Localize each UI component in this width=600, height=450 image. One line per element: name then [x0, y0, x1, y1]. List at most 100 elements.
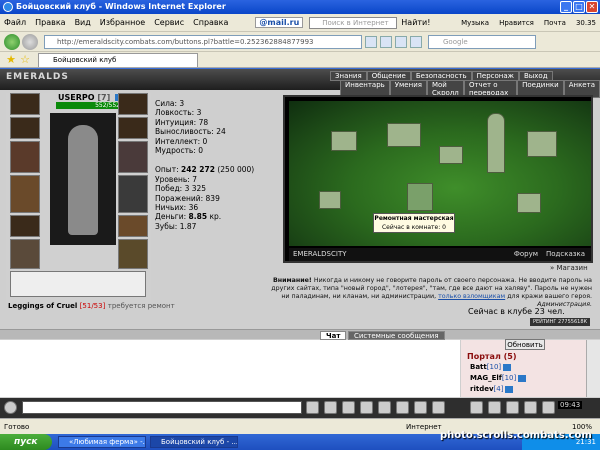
amulet-slot[interactable]	[118, 93, 148, 115]
url-input[interactable]: http://emeraldscity.combats.com/buttons.…	[44, 34, 362, 49]
belt-items-row[interactable]	[10, 271, 146, 297]
filter-icon[interactable]	[360, 401, 373, 414]
mail-icon[interactable]	[506, 401, 519, 414]
menu-view[interactable]: Вид	[75, 18, 91, 27]
stat-level: Уровень: 7	[155, 174, 197, 184]
menu-edit[interactable]: Правка	[35, 18, 65, 27]
chat-tabs: Чат Системные сообщения	[0, 329, 600, 340]
add-favorite-icon[interactable]: ☆	[18, 53, 32, 67]
online-user[interactable]: MAG_Elf[10]	[470, 374, 527, 382]
close-button[interactable]: ✕	[586, 1, 598, 13]
trade-icon[interactable]	[488, 401, 501, 414]
mailru-search-input[interactable]: Поиск в Интернет	[309, 16, 398, 29]
smiles-icon[interactable]	[324, 401, 337, 414]
chat-toolbar: 09:43	[0, 398, 600, 418]
building-center[interactable]	[387, 123, 421, 147]
refresh-icon[interactable]	[380, 35, 392, 48]
extra-icon[interactable]	[410, 35, 422, 48]
exit-chat-icon[interactable]	[4, 401, 17, 414]
game-clock: 09:43	[558, 401, 583, 409]
character-name[interactable]: USERPO [7]	[58, 93, 124, 102]
google-search-input[interactable]: Google	[428, 34, 536, 49]
forum-link[interactable]: Форум	[514, 248, 538, 261]
sound-icon[interactable]	[396, 401, 409, 414]
map-footer: EMERALDSCITY Форум Подсказка	[289, 248, 591, 261]
stop-icon[interactable]	[395, 35, 407, 48]
taskbar-item-farm[interactable]: «Любимая ферма» -...	[58, 436, 146, 448]
ring-slot[interactable]	[118, 117, 148, 139]
boots-slot[interactable]	[10, 239, 40, 269]
clear-icon[interactable]	[342, 401, 355, 414]
send-icon[interactable]	[306, 401, 319, 414]
building-lower-left[interactable]	[319, 191, 341, 209]
chat-area[interactable]	[0, 340, 460, 397]
city-map[interactable]: Ремонтная мастерская Сейчас в комнате: 0	[289, 101, 591, 246]
tab-bar: ★ ☆ Бойцовский клуб	[0, 52, 600, 68]
helmet-slot[interactable]	[10, 93, 40, 115]
scroll-icon[interactable]	[470, 401, 483, 414]
tab-system-messages[interactable]: Системные сообщения	[348, 331, 445, 340]
gloves-slot[interactable]	[118, 141, 148, 173]
security-warning: Внимание! Никогда и никому не говорите п…	[271, 277, 592, 308]
menu-help[interactable]: Справка	[193, 18, 228, 27]
online-user[interactable]: Batt[10]	[470, 363, 512, 371]
building-left[interactable]	[331, 131, 357, 151]
character-silhouette[interactable]	[50, 113, 116, 245]
cloak-slot[interactable]	[118, 239, 148, 269]
building-lower-right[interactable]	[517, 193, 541, 213]
menu-tools[interactable]: Сервис	[154, 18, 184, 27]
rank-icon	[518, 374, 527, 382]
find-button[interactable]: Найти!	[401, 18, 430, 27]
settings-icon[interactable]	[414, 401, 427, 414]
armor-slot[interactable]	[10, 175, 40, 213]
building-mid[interactable]	[439, 146, 463, 164]
stat-agility: Ловкость: 3	[155, 108, 202, 118]
window-title-bar: Бойцовский клуб - Windows Internet Explo…	[0, 0, 600, 14]
item-repair-notice: Leggings of Cruel [51/53] требуется ремо…	[8, 302, 175, 310]
building-right[interactable]	[527, 131, 557, 157]
mailru-logo[interactable]: @mail.ru	[255, 17, 304, 28]
weapon-slot[interactable]	[10, 141, 40, 173]
chat-scrollbar[interactable]	[586, 340, 600, 397]
lock-icon[interactable]	[524, 401, 537, 414]
stat-losses: Поражений: 839	[155, 193, 220, 203]
maximize-button[interactable]: □	[573, 1, 585, 13]
menu-favorites[interactable]: Избранное	[100, 18, 145, 27]
music-button[interactable]: Музыка	[461, 19, 489, 27]
leggings-slot[interactable]	[118, 215, 148, 237]
tab-combats[interactable]: Бойцовский клуб	[38, 53, 198, 67]
stat-wisdom: Мудрость: 0	[155, 146, 204, 156]
online-user[interactable]: ritdev[4]	[470, 385, 514, 393]
taskbar-item-combats[interactable]: Бойцовский клуб - ...	[150, 436, 238, 448]
favorites-star-icon[interactable]: ★	[4, 53, 18, 67]
compat-icon[interactable]	[365, 35, 377, 48]
hint-link[interactable]: Подсказка	[546, 248, 585, 261]
rating-counter[interactable]: РЕЙТИНГ 27755618К	[530, 318, 590, 326]
minimize-button[interactable]: _	[560, 1, 572, 13]
belt-slot[interactable]	[10, 215, 40, 237]
like-button[interactable]: Нравится	[499, 19, 534, 27]
game-area: EMERALDS Знания Общение Безопасность Пер…	[0, 69, 600, 418]
portal-room-title[interactable]: Портал (5)	[467, 352, 516, 361]
online-count: Сейчас в клубе 23 чел.	[468, 307, 565, 316]
chat-input[interactable]	[22, 401, 302, 414]
translit-icon[interactable]	[378, 401, 391, 414]
weather-readout[interactable]: 30.35	[576, 19, 596, 27]
shop-link[interactable]: » Магазин	[550, 264, 588, 272]
help-icon[interactable]	[432, 401, 445, 414]
tab-chat[interactable]: Чат	[320, 331, 347, 340]
forward-icon[interactable]	[22, 33, 38, 50]
stat-teeth: Зубы: 1.87	[155, 221, 197, 231]
start-button[interactable]: пуск	[0, 434, 52, 450]
battle-icon[interactable]	[542, 401, 555, 414]
bracers-slot[interactable]	[10, 117, 40, 139]
rank-icon	[505, 385, 514, 393]
repair-workshop-building[interactable]	[407, 183, 433, 211]
shield-slot[interactable]	[118, 175, 148, 213]
mail-button[interactable]: Почта	[544, 19, 566, 27]
tower-building[interactable]	[487, 113, 505, 173]
menu-file[interactable]: Файл	[4, 18, 26, 27]
refresh-button[interactable]: Обновить	[505, 339, 545, 350]
back-icon[interactable]	[4, 33, 20, 50]
warning-link[interactable]: только взломщикам	[438, 293, 505, 300]
